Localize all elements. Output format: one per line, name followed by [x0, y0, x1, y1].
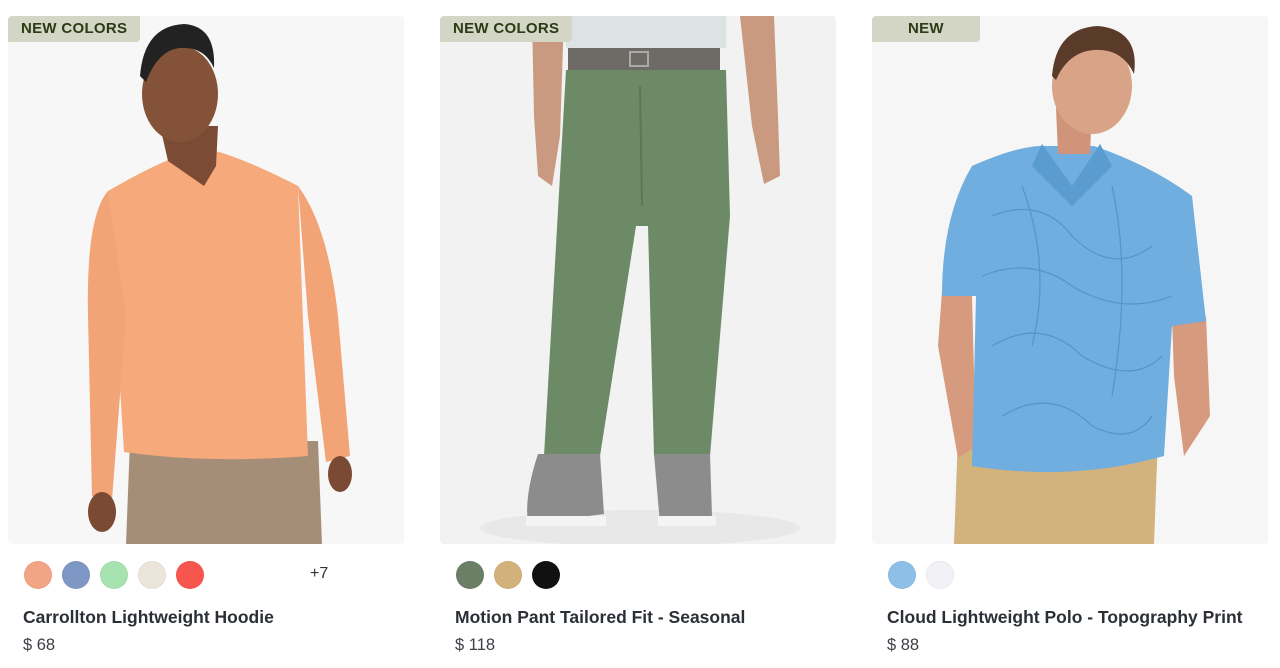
polo-photo	[872, 16, 1268, 544]
product-image[interactable]: NEW COLORS	[8, 16, 404, 544]
color-swatch-blue[interactable]	[62, 561, 90, 589]
product-image[interactable]: NEW COLORS	[440, 16, 836, 544]
color-swatch-olive[interactable]	[456, 561, 484, 589]
color-swatch-peach[interactable]	[24, 561, 52, 589]
color-swatch-light-blue[interactable]	[888, 561, 916, 589]
color-swatches	[872, 560, 1268, 590]
new-colors-badge: NEW COLORS	[8, 16, 141, 42]
more-colors-link[interactable]: +7	[310, 565, 328, 583]
pants-photo	[440, 16, 836, 544]
color-swatches: +7	[8, 560, 404, 590]
color-swatch-khaki[interactable]	[494, 561, 522, 589]
new-colors-badge: NEW COLORS	[440, 16, 573, 42]
product-card: NEW COLORS Motion Pant Tailored Fit - Se…	[440, 16, 836, 655]
color-swatch-mint[interactable]	[100, 561, 128, 589]
product-price: $ 68	[23, 636, 56, 654]
product-name[interactable]: Motion Pant Tailored Fit - Seasonal	[440, 607, 836, 628]
color-swatch-white[interactable]	[926, 561, 954, 589]
new-badge: NEW	[872, 16, 980, 42]
color-swatches	[440, 560, 836, 590]
product-price: $ 118	[455, 636, 496, 654]
color-swatch-coral[interactable]	[176, 561, 204, 589]
product-card: NEW Cloud Lightweight Polo - Topography …	[872, 16, 1268, 655]
product-price: $ 88	[887, 636, 920, 654]
product-name[interactable]: Carrollton Lightweight Hoodie	[8, 607, 404, 628]
hoodie-photo	[8, 16, 404, 544]
product-name[interactable]: Cloud Lightweight Polo - Topography Prin…	[872, 607, 1268, 628]
color-swatch-black[interactable]	[532, 561, 560, 589]
product-image[interactable]: NEW	[872, 16, 1268, 544]
color-swatch-cream[interactable]	[138, 561, 166, 589]
product-grid: NEW COLORS +7 Carrollton Lightweight Hoo…	[0, 0, 1280, 668]
product-card: NEW COLORS +7 Carrollton Lightweight Hoo…	[8, 16, 404, 655]
